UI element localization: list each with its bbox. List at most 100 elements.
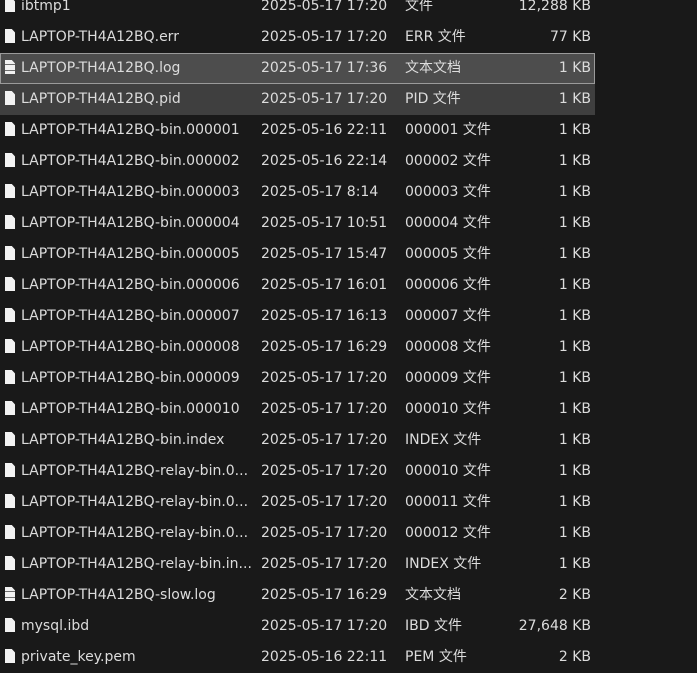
file-type: 000006 文件 xyxy=(405,277,491,293)
file-name: LAPTOP-TH4A12BQ-bin.000004 xyxy=(21,215,240,231)
file-name: LAPTOP-TH4A12BQ-bin.000006 xyxy=(21,277,240,293)
file-name: LAPTOP-TH4A12BQ-bin.000001 xyxy=(21,122,240,138)
file-row[interactable]: LAPTOP-TH4A12BQ-bin.000008 2025-05-17 16:… xyxy=(0,332,595,363)
file-type: PEM 文件 xyxy=(405,649,467,665)
file-date-modified: 2025-05-17 8:14 xyxy=(261,184,379,200)
file-list: ibtmp1 2025-05-17 17:20 文件 12,288 KB LAPTOP-… xyxy=(0,0,697,673)
file-type: PID 文件 xyxy=(405,91,461,107)
file-type: 文件 xyxy=(405,0,433,14)
file-row[interactable]: LAPTOP-TH4A12BQ-bin.000001 2025-05-16 22:… xyxy=(0,115,595,146)
file-date-modified: 2025-05-17 17:20 xyxy=(261,401,388,417)
file-name: LAPTOP-TH4A12BQ-bin.000010 xyxy=(21,401,240,417)
file-date-modified: 2025-05-17 17:20 xyxy=(261,432,388,448)
file-row[interactable]: LAPTOP-TH4A12BQ-bin.000002 2025-05-16 22:… xyxy=(0,146,595,177)
file-row[interactable]: LAPTOP-TH4A12BQ-relay-bin.0... 2025-05-17… xyxy=(0,487,595,518)
file-size: 1 KB xyxy=(558,246,591,262)
file-icon xyxy=(5,246,15,260)
file-name: LAPTOP-TH4A12BQ.log xyxy=(21,60,181,76)
file-icon xyxy=(5,308,15,322)
file-size: 1 KB xyxy=(558,308,591,324)
file-row[interactable]: LAPTOP-TH4A12BQ-bin.000003 2025-05-17 8:1… xyxy=(0,177,595,208)
file-row[interactable]: LAPTOP-TH4A12BQ-bin.000005 2025-05-17 15:… xyxy=(0,239,595,270)
file-date-modified: 2025-05-17 17:20 xyxy=(261,370,388,386)
file-size: 1 KB xyxy=(558,184,591,200)
file-size: 1 KB xyxy=(558,556,591,572)
file-icon xyxy=(5,153,15,167)
file-name: mysql.ibd xyxy=(21,618,90,634)
file-name: LAPTOP-TH4A12BQ-relay-bin.0... xyxy=(21,525,249,541)
file-name: LAPTOP-TH4A12BQ-relay-bin.in... xyxy=(21,556,251,572)
file-type: 000008 文件 xyxy=(405,339,491,355)
file-type: 000007 文件 xyxy=(405,308,491,324)
file-row[interactable]: ibtmp1 2025-05-17 17:20 文件 12,288 KB xyxy=(0,0,595,22)
file-type: 000010 文件 xyxy=(405,401,491,417)
file-date-modified: 2025-05-16 22:11 xyxy=(261,122,388,138)
file-icon xyxy=(5,91,15,105)
file-row[interactable]: LAPTOP-TH4A12BQ.log 2025-05-17 17:36 文本文档 1… xyxy=(0,53,595,84)
file-size: 1 KB xyxy=(558,525,591,541)
file-size: 1 KB xyxy=(558,401,591,417)
file-icon xyxy=(5,370,15,384)
file-row[interactable]: LAPTOP-TH4A12BQ-slow.log 2025-05-17 16:29… xyxy=(0,580,595,611)
file-row[interactable]: LAPTOP-TH4A12BQ.pid 2025-05-17 17:20 PID 文… xyxy=(0,84,595,115)
file-date-modified: 2025-05-17 17:20 xyxy=(261,463,388,479)
text-document-icon xyxy=(5,60,15,74)
file-type: 000012 文件 xyxy=(405,525,491,541)
file-size: 1 KB xyxy=(558,432,591,448)
file-type: 文本文档 xyxy=(405,60,461,76)
file-name: LAPTOP-TH4A12BQ-bin.000005 xyxy=(21,246,240,262)
file-row[interactable]: mysql.ibd 2025-05-17 17:20 IBD 文件 27,648 KB xyxy=(0,611,595,642)
file-date-modified: 2025-05-17 16:29 xyxy=(261,339,388,355)
file-name: LAPTOP-TH4A12BQ-bin.000003 xyxy=(21,184,240,200)
file-row[interactable]: LAPTOP-TH4A12BQ.err 2025-05-17 17:20 ERR 文… xyxy=(0,22,595,53)
file-date-modified: 2025-05-17 17:20 xyxy=(261,91,388,107)
file-row[interactable]: LAPTOP-TH4A12BQ-bin.000006 2025-05-17 16:… xyxy=(0,270,595,301)
file-size: 1 KB xyxy=(558,494,591,510)
file-row[interactable]: private_key.pem 2025-05-16 22:11 PEM 文件 2 K… xyxy=(0,642,595,673)
file-row[interactable]: LAPTOP-TH4A12BQ-relay-bin.in... 2025-05-1… xyxy=(0,549,595,580)
file-size: 1 KB xyxy=(558,153,591,169)
file-date-modified: 2025-05-17 17:20 xyxy=(261,494,388,510)
file-size: 1 KB xyxy=(558,215,591,231)
file-type: 文本文档 xyxy=(405,587,461,603)
file-name: LAPTOP-TH4A12BQ-bin.000002 xyxy=(21,153,240,169)
file-row[interactable]: LAPTOP-TH4A12BQ-bin.000004 2025-05-17 10:… xyxy=(0,208,595,239)
file-type: 000003 文件 xyxy=(405,184,491,200)
file-row[interactable]: LAPTOP-TH4A12BQ-relay-bin.0... 2025-05-17… xyxy=(0,456,595,487)
file-type: INDEX 文件 xyxy=(405,556,482,572)
file-date-modified: 2025-05-17 15:47 xyxy=(261,246,388,262)
file-size: 2 KB xyxy=(558,587,591,603)
file-size: 27,648 KB xyxy=(518,618,591,634)
file-size: 2 KB xyxy=(558,649,591,665)
file-icon xyxy=(5,184,15,198)
file-type: 000002 文件 xyxy=(405,153,491,169)
file-size: 12,288 KB xyxy=(518,0,591,14)
file-date-modified: 2025-05-17 10:51 xyxy=(261,215,388,231)
file-row[interactable]: LAPTOP-TH4A12BQ-relay-bin.0... 2025-05-17… xyxy=(0,518,595,549)
file-name: LAPTOP-TH4A12BQ-bin.index xyxy=(21,432,225,448)
file-type: 000005 文件 xyxy=(405,246,491,262)
file-row[interactable]: LAPTOP-TH4A12BQ-bin.000010 2025-05-17 17:… xyxy=(0,394,595,425)
file-icon xyxy=(5,649,15,663)
file-icon xyxy=(5,432,15,446)
file-row[interactable]: LAPTOP-TH4A12BQ-bin.000009 2025-05-17 17:… xyxy=(0,363,595,394)
file-size: 1 KB xyxy=(558,91,591,107)
file-icon xyxy=(5,339,15,353)
file-name: LAPTOP-TH4A12BQ-slow.log xyxy=(21,587,216,603)
file-date-modified: 2025-05-17 17:20 xyxy=(261,0,388,14)
file-date-modified: 2025-05-17 16:01 xyxy=(261,277,388,293)
file-row[interactable]: LAPTOP-TH4A12BQ-bin.000007 2025-05-17 16:… xyxy=(0,301,595,332)
file-row[interactable]: LAPTOP-TH4A12BQ-bin.index 2025-05-17 17:2… xyxy=(0,425,595,456)
file-date-modified: 2025-05-17 17:20 xyxy=(261,618,388,634)
file-date-modified: 2025-05-17 17:20 xyxy=(261,525,388,541)
file-name: LAPTOP-TH4A12BQ-relay-bin.0... xyxy=(21,494,249,510)
file-type: IBD 文件 xyxy=(405,618,462,634)
text-document-icon xyxy=(5,587,15,601)
file-size: 77 KB xyxy=(549,29,591,45)
file-size: 1 KB xyxy=(558,277,591,293)
file-name: LAPTOP-TH4A12BQ-bin.000007 xyxy=(21,308,240,324)
file-icon xyxy=(5,277,15,291)
file-type: INDEX 文件 xyxy=(405,432,482,448)
file-date-modified: 2025-05-17 16:13 xyxy=(261,308,388,324)
file-type: 000011 文件 xyxy=(405,494,491,510)
